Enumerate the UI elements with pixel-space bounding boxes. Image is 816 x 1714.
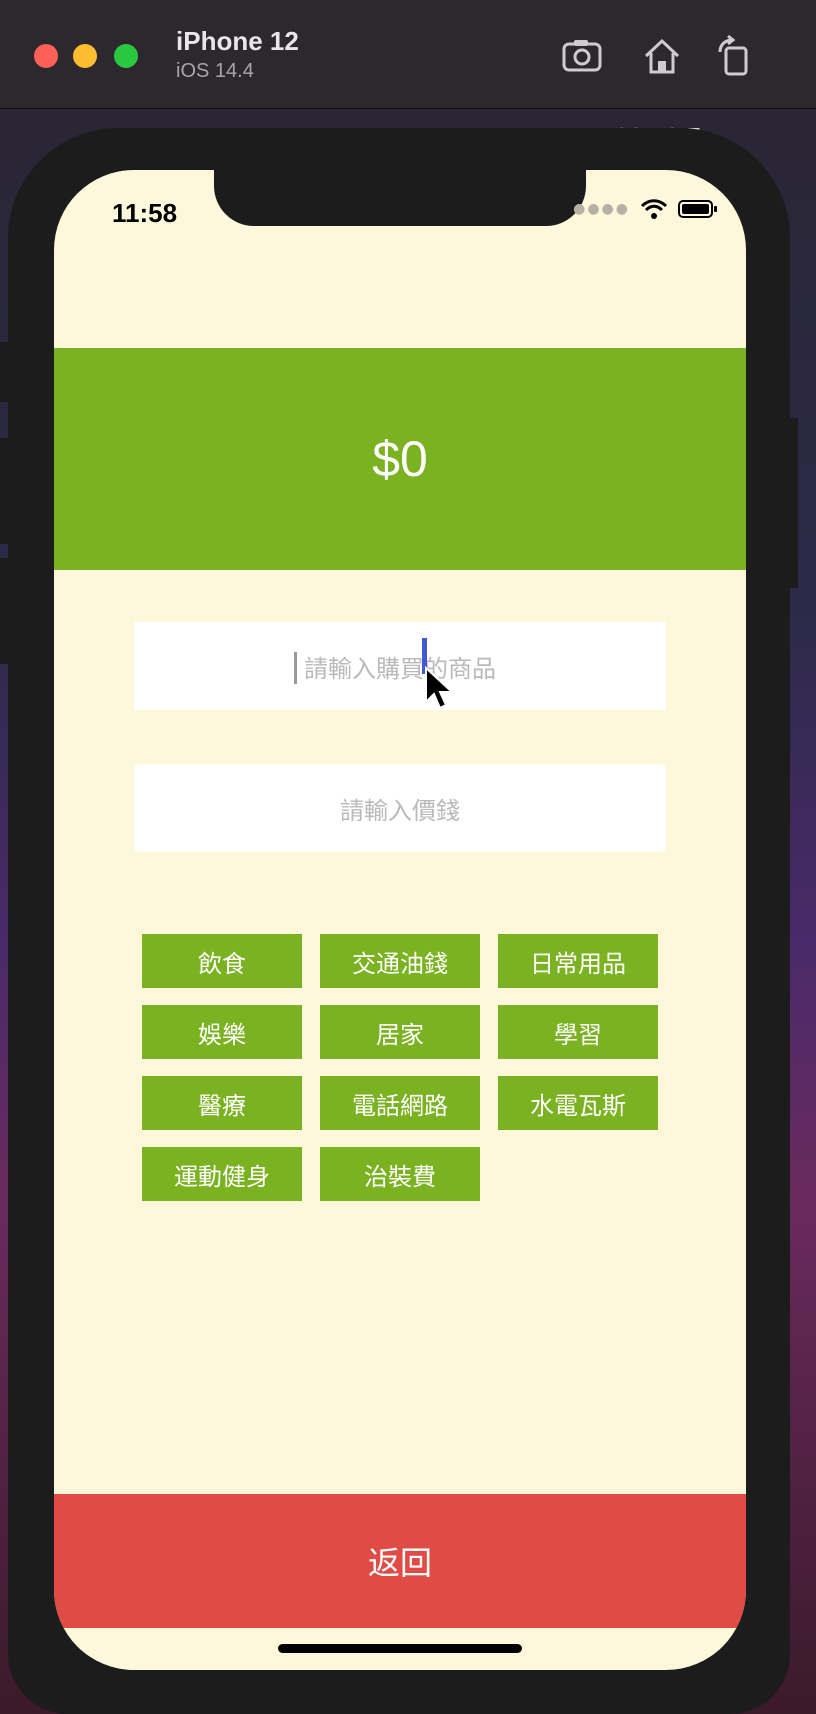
price-input[interactable]: 請輸入價錢 bbox=[134, 764, 666, 852]
zoom-window-button[interactable] bbox=[114, 44, 138, 68]
signal-dots-icon: ●●●● bbox=[573, 201, 630, 217]
volume-down-button bbox=[0, 558, 10, 664]
volume-up-button bbox=[0, 438, 10, 544]
mouse-pointer-icon bbox=[425, 666, 455, 710]
simulator-titlebar: iPhone 12 iOS 14.4 bbox=[0, 0, 816, 109]
notch bbox=[214, 170, 586, 226]
status-time: 11:58 bbox=[112, 198, 178, 228]
simulator-os-version: iOS 14.4 bbox=[176, 60, 254, 82]
category-button[interactable]: 水電瓦斯 bbox=[498, 1076, 658, 1130]
wifi-icon bbox=[640, 199, 668, 219]
text-caret bbox=[294, 652, 297, 684]
close-window-button[interactable] bbox=[34, 44, 58, 68]
home-indicator[interactable] bbox=[278, 1644, 522, 1653]
category-button[interactable]: 交通油錢 bbox=[320, 934, 480, 988]
mute-switch bbox=[0, 342, 10, 402]
simulator-device-name: iPhone 12 bbox=[176, 26, 299, 56]
home-icon[interactable] bbox=[640, 34, 684, 78]
category-button[interactable]: 娛樂 bbox=[142, 1005, 302, 1059]
total-amount: $0 bbox=[372, 431, 428, 487]
category-button[interactable]: 學習 bbox=[498, 1005, 658, 1059]
item-name-placeholder: 請輸入購買的商品 bbox=[304, 654, 496, 683]
minimize-window-button[interactable] bbox=[73, 44, 97, 68]
status-indicators: ●●●● bbox=[573, 198, 718, 220]
rotate-icon[interactable] bbox=[712, 34, 756, 78]
category-button[interactable]: 電話網路 bbox=[320, 1076, 480, 1130]
power-button bbox=[788, 418, 798, 588]
category-button[interactable]: 日常用品 bbox=[498, 934, 658, 988]
phone-screen: 11:58 ●●●● $0 請輸入購買的商品 請輸入價錢 飲食 交通油錢 日常用… bbox=[54, 170, 746, 1670]
battery-icon bbox=[678, 200, 717, 218]
item-name-input[interactable]: 請輸入購買的商品 bbox=[134, 622, 666, 710]
category-button[interactable]: 飲食 bbox=[142, 934, 302, 988]
category-button[interactable]: 治裝費 bbox=[320, 1147, 480, 1201]
back-button[interactable]: 返回 bbox=[54, 1494, 746, 1628]
screenshot-icon[interactable] bbox=[560, 34, 604, 78]
price-placeholder: 請輸入價錢 bbox=[340, 796, 460, 825]
category-button[interactable]: 醫療 bbox=[142, 1076, 302, 1130]
category-button[interactable]: 運動健身 bbox=[142, 1147, 302, 1201]
category-button[interactable]: 居家 bbox=[320, 1005, 480, 1059]
amount-banner: $0 bbox=[54, 348, 746, 570]
